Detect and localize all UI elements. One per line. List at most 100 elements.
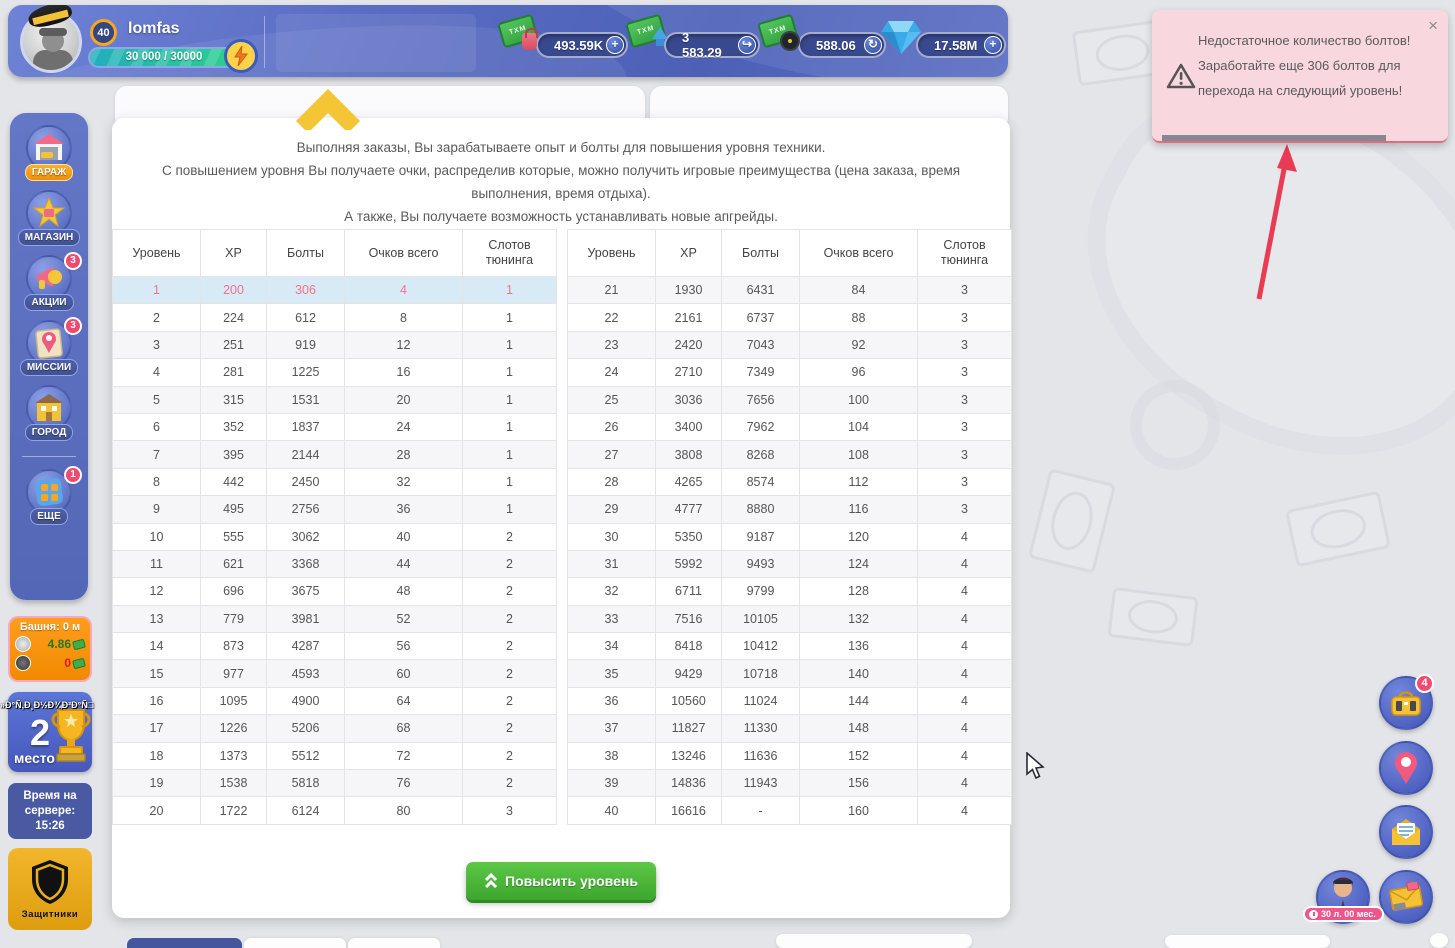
table-cell: 32 bbox=[345, 468, 463, 495]
inbox-button[interactable] bbox=[1379, 805, 1433, 859]
table-cell: 13 bbox=[113, 605, 201, 632]
table-cell: 48 bbox=[345, 578, 463, 605]
red-pointer-arrow bbox=[1235, 142, 1305, 307]
add-money-button[interactable]: + bbox=[606, 36, 624, 54]
upgrade-level-button[interactable]: Повысить уровень bbox=[466, 862, 656, 900]
table-cell: 28 bbox=[568, 468, 656, 495]
currency-diamonds: 17.58M + bbox=[880, 5, 1006, 77]
table-row: 53151531201 bbox=[113, 386, 557, 413]
table-cell: - bbox=[722, 797, 800, 824]
table-cell: 4 bbox=[918, 797, 1012, 824]
sidebar-item-garage[interactable]: ГАРАЖ bbox=[10, 125, 88, 181]
bottom-tab-active[interactable] bbox=[127, 938, 242, 948]
table-cell: 29 bbox=[568, 496, 656, 523]
table-cell: 281 bbox=[201, 359, 267, 386]
radio-button[interactable]: 4 bbox=[1379, 676, 1433, 730]
mail-button[interactable] bbox=[1379, 870, 1433, 924]
energy-bar: 30 000 / 30000 bbox=[88, 47, 240, 68]
sidebar-item-city[interactable]: ГОРОД bbox=[10, 385, 88, 441]
currency-income-value: 3 583.29 bbox=[682, 30, 732, 60]
table-cell: 4 bbox=[918, 687, 1012, 714]
table-cell: 72 bbox=[345, 742, 463, 769]
table-cell: 612 bbox=[267, 304, 345, 331]
table-cell: 696 bbox=[201, 578, 267, 605]
description-line-1: Выполняя заказы, Вы зарабатываете опыт и… bbox=[121, 136, 1001, 159]
table-cell: 3 bbox=[918, 277, 1012, 304]
table-cell: 56 bbox=[345, 633, 463, 660]
table-cell: 9493 bbox=[722, 550, 800, 577]
table-cell: 8880 bbox=[722, 496, 800, 523]
yellow-chevron-up-icon bbox=[293, 84, 363, 130]
table-cell: 36 bbox=[345, 496, 463, 523]
table-row: 94952756361 bbox=[113, 496, 557, 523]
map-button[interactable] bbox=[1379, 741, 1433, 795]
table-cell: 7043 bbox=[722, 331, 800, 358]
table-cell: 779 bbox=[201, 605, 267, 632]
table-row: 1813735512722 bbox=[113, 742, 557, 769]
table-cell: 22 bbox=[568, 304, 656, 331]
money-icon bbox=[72, 638, 86, 650]
level-description: Выполняя заказы, Вы зарабатываете опыт и… bbox=[112, 118, 1010, 228]
table-row: 3711827113301484 bbox=[568, 715, 1012, 742]
close-icon[interactable]: × bbox=[1428, 16, 1438, 36]
bottom-tab[interactable] bbox=[348, 938, 440, 948]
sidebar-item-shop[interactable]: МАГАЗИН bbox=[10, 190, 88, 246]
bottom-tab[interactable] bbox=[244, 938, 346, 948]
transfer-button[interactable]: ↪ bbox=[738, 36, 756, 54]
table-cell: 2 bbox=[463, 742, 557, 769]
radio-badge: 4 bbox=[1415, 674, 1434, 693]
currency-diamonds-value: 17.58M bbox=[934, 38, 977, 53]
tower-widget[interactable]: Башня: 0 м 4.86 0 bbox=[8, 616, 92, 682]
table-cell: 555 bbox=[201, 523, 267, 550]
lightning-icon[interactable] bbox=[224, 39, 258, 73]
table-header-cell: Слотов тюнинга bbox=[918, 230, 1012, 277]
table-cell: 442 bbox=[201, 468, 267, 495]
league-place-label: место bbox=[14, 750, 55, 766]
sidebar-item-more[interactable]: 1 ЕЩЕ bbox=[10, 469, 88, 525]
table-cell: 7349 bbox=[722, 359, 800, 386]
game-screen: 40 lomfas 30 000 / 30000 TXM 493.59K + T… bbox=[0, 0, 1455, 948]
radio-icon bbox=[1390, 689, 1422, 717]
table-cell: 4287 bbox=[267, 633, 345, 660]
promo-badge-text: 30 л. 00 мес. bbox=[1321, 909, 1376, 919]
table-row: 32671197991284 bbox=[568, 578, 1012, 605]
defenders-label: Защитники bbox=[22, 909, 78, 920]
toast-timer-bar bbox=[1162, 135, 1386, 141]
table-header-cell: Уровень bbox=[113, 230, 201, 277]
league-place: 2 bbox=[30, 712, 50, 754]
table-cell: 3 bbox=[113, 331, 201, 358]
table-cell: 1837 bbox=[267, 413, 345, 440]
table-row: 73952144281 bbox=[113, 441, 557, 468]
level-tables: УровеньXPБолтыОчков всегоСлотов тюнинга … bbox=[112, 229, 1010, 825]
table-header-cell: XP bbox=[656, 230, 722, 277]
table-cell: 9799 bbox=[722, 578, 800, 605]
defenders-widget[interactable]: Защитники bbox=[8, 848, 92, 930]
table-row: 1610954900642 bbox=[113, 687, 557, 714]
table-row: 2017226124803 bbox=[113, 797, 557, 824]
table-row: 1712265206682 bbox=[113, 715, 557, 742]
table-cell: 156 bbox=[800, 770, 918, 797]
table-header-cell: Болты bbox=[722, 230, 800, 277]
table-row: 359429107181404 bbox=[568, 660, 1012, 687]
add-diamonds-button[interactable]: + bbox=[984, 36, 1002, 54]
league-widget[interactable]: »Ð°Ñ‚Ð¸Ð½Ð¾Ð²Ð°Ñ□ 2 место bbox=[8, 692, 92, 772]
mission-pin-icon bbox=[34, 327, 64, 359]
table-cell: 7656 bbox=[722, 386, 800, 413]
table-cell: 1095 bbox=[201, 687, 267, 714]
table-row: 148734287562 bbox=[113, 633, 557, 660]
mail-envelope-icon bbox=[1389, 882, 1423, 912]
table-cell: 5818 bbox=[267, 770, 345, 797]
table-cell: 224 bbox=[201, 304, 267, 331]
table-cell: 2 bbox=[463, 660, 557, 687]
sidebar-item-promos[interactable]: 3 АКЦИИ bbox=[10, 255, 88, 311]
table-row: 2324207043923 bbox=[568, 331, 1012, 358]
table-row: 337516101051324 bbox=[568, 605, 1012, 632]
header-divider bbox=[264, 16, 265, 68]
avatar[interactable] bbox=[20, 11, 84, 75]
table-cell: 40 bbox=[345, 523, 463, 550]
table-cell: 52 bbox=[345, 605, 463, 632]
table-cell: 11330 bbox=[722, 715, 800, 742]
table-cell: 2710 bbox=[656, 359, 722, 386]
player-header: 40 lomfas 30 000 / 30000 TXM 493.59K + T… bbox=[8, 5, 1008, 77]
sidebar-item-missions[interactable]: 3 МИССИИ bbox=[10, 320, 88, 376]
